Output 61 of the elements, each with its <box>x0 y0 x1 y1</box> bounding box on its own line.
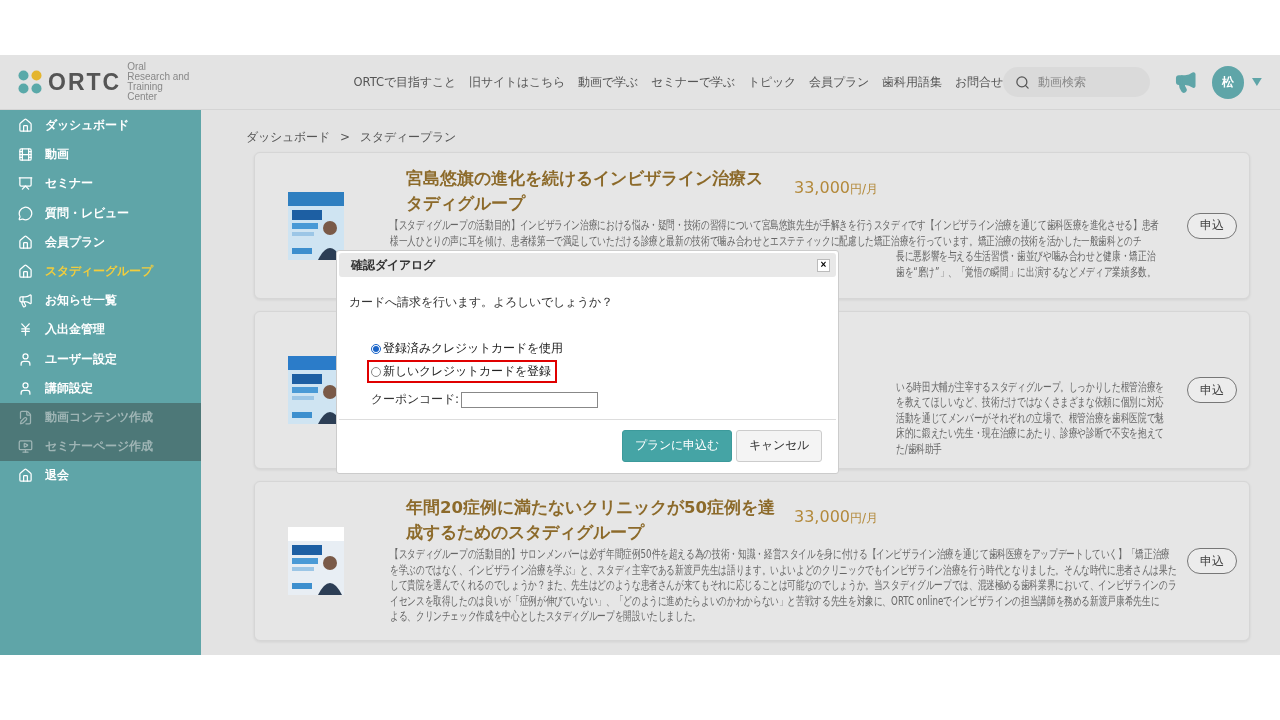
plan-title: 宮島悠旗の進化を続けるインビザライン治療スタディグループ <box>406 168 764 215</box>
coupon-field[interactable] <box>461 391 599 408</box>
breadcrumb-item[interactable]: ダッシュボード <box>246 128 330 146</box>
caret-icon[interactable] <box>1252 78 1262 86</box>
radio-option[interactable]: 登録済みクレジットカードを使用 <box>367 337 569 360</box>
nav-link[interactable]: 歯科用語集 <box>882 74 943 90</box>
plan-price: 33,000円/月 <box>794 178 879 198</box>
sidebar-icon <box>18 409 33 425</box>
apply-button[interactable]: 申込 <box>1187 212 1237 239</box>
search-box[interactable]: 動画検索 <box>1003 67 1151 97</box>
sidebar-icon <box>18 351 33 367</box>
nav-link[interactable]: セミナーで学ぶ <box>651 74 736 90</box>
logo-text: ORTC <box>48 68 122 96</box>
plan-title: 年間20症例に満たないクリニックが50症例を達成するためのスタディグループ <box>406 497 776 544</box>
apply-button[interactable]: 申込 <box>1187 548 1237 574</box>
sidebar-icon <box>18 264 33 280</box>
description-line: よる、クリンチェック作成を中心としたスタディグループを開設いたしました。 <box>390 609 702 625</box>
breadcrumb-item: スタディープラン <box>360 128 457 146</box>
nav-link[interactable]: トピック <box>748 74 797 90</box>
description-line: 長に悪影響を与える生活習慣・歯並びや噛み合わせと健康・矯正治 <box>896 249 1156 265</box>
description-line: 床的に鍛えたい先生・現在治療にあたり、診療や診断で不安を抱えて <box>896 426 1164 442</box>
nav-link[interactable]: 会員プラン <box>809 74 870 90</box>
sidebar-icon <box>18 380 33 396</box>
nav-link[interactable]: お問合せ <box>955 74 1004 90</box>
dialog-title: 確認ダイアログ <box>351 256 435 274</box>
description-line: を学ぶのではなく、インビザライン治療を学ぶ」と、スタディ主宰である新渡戸先生は語ります。いよいよどのクリニックでもインビザライン治療を行う時代となりました。そんな時代に患者さんは果た <box>390 562 1177 578</box>
sidebar-icon <box>18 439 33 455</box>
description-line: して貴院を選んでくれるのでしょうか？また、先生はどのような患者さんが来てもそれに応じることは可能なのでしょうか。当スタディグループでは、混迷極める歯科業界において、インビザラインのラ <box>390 578 1177 594</box>
description-line: イセンスを取得したのは良いが「症例が伸びていない」、「どのように進めたらよいのかわからない」と苦戦する先生を対象に、ORTC onlineでインビザラインの担当講師を務める新渡戸康希先生に <box>390 593 1160 609</box>
cancel-button[interactable]: キャンセル <box>736 429 822 462</box>
radio-option[interactable]: 新しいクレジットカードを登録 <box>367 360 557 383</box>
sidebar-icon <box>18 234 33 250</box>
megaphone-icon[interactable] <box>1174 70 1198 94</box>
sidebar-icon <box>18 118 33 134</box>
breadcrumb-separator: > <box>340 130 351 144</box>
sidebar-icon <box>18 293 33 309</box>
sidebar-icon <box>18 205 33 221</box>
search-field[interactable]: 動画検索 <box>1036 74 1137 90</box>
sidebar-icon <box>18 468 33 484</box>
description-line: 【スタディグループの活動目的】サロンメンバーは必ず年間症例50件を超える為の技術・知識・経営スタイルを身に付ける【インビザライン治療を通じて歯科医療をアップデートしていく】「矯正治療 <box>390 547 1170 563</box>
dialog-message: カードへ請求を行います。よろしいでしょうか？ <box>348 294 614 311</box>
description-line: を教えてほしいなど、技術だけではなくさまざまな依頼に個別に対応 <box>896 395 1164 411</box>
coupon-label: クーポンコード: <box>371 391 460 408</box>
description-line: 活動を通じてメンバーがそれぞれの立場で、根管治療を歯科医院で魅 <box>896 410 1164 426</box>
sidebar-icon <box>18 147 33 163</box>
nav-link[interactable]: 旧サイトはこちら <box>469 74 566 90</box>
description-line: いる時田大輔が主宰するスタディグループ。しっかりした根管治療を <box>896 379 1164 395</box>
apply-button[interactable]: 申込 <box>1187 377 1237 403</box>
description-line: 歯を“磨け”」、「覚悟の瞬間」に出演するなどメディア業績多数。 <box>896 264 1156 280</box>
nav-link[interactable]: 動画で学ぶ <box>578 74 639 90</box>
plan-price: 33,000円/月 <box>794 507 879 527</box>
description-line: 【スタディグループの活動目的】インビザライン治療における悩み・疑問・技術の習得について宮島悠旗先生が手解きを行うスタディです【インビザライン治療を通じて歯科医療を進化させる】患者 <box>390 218 1159 234</box>
logo-tagline: Oral Research and Training Center <box>127 62 190 102</box>
description-line: 様一人ひとりの声に耳を傾け、患者様第一で満足していただける診療と最新の技術で噛み合わせとエステティックに配慮した矯正治療を行っています。矯正治療の技術を活かした一般歯科とのチ <box>390 233 1142 249</box>
close-button[interactable]: × <box>817 258 830 272</box>
search-icon <box>1015 74 1031 90</box>
sidebar-icon <box>18 322 33 338</box>
nav-link[interactable]: ORTCで目指すこと <box>353 74 457 90</box>
sidebar-icon <box>18 176 33 192</box>
description-line: た/歯科助手 <box>896 441 943 457</box>
logo-icon <box>18 70 42 94</box>
